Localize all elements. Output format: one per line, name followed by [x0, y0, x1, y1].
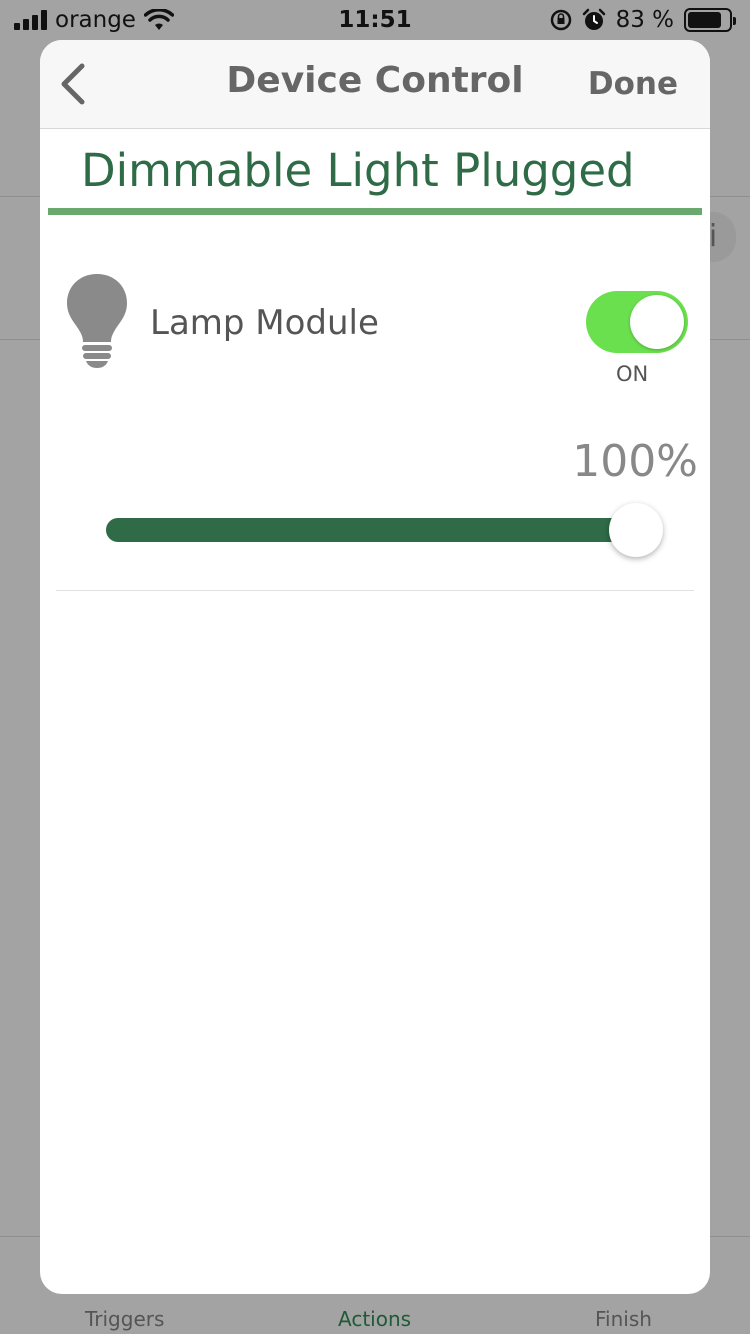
slider-fill [106, 518, 636, 542]
battery-level [688, 12, 722, 28]
battery-icon [684, 8, 736, 32]
modal-header: Device Control Done [40, 40, 710, 129]
dimmer-slider[interactable] [106, 503, 663, 557]
power-toggle[interactable] [586, 291, 688, 353]
toggle-state-label: ON [616, 362, 649, 386]
alarm-icon [582, 8, 605, 30]
slider-thumb[interactable] [609, 503, 663, 557]
tab-finish[interactable]: Finish [595, 1307, 652, 1331]
device-label: Lamp Module [150, 303, 379, 343]
tab-triggers[interactable]: Triggers [85, 1307, 164, 1331]
device-name-heading: Dimmable Light Plugged [81, 144, 635, 197]
orientation-lock-icon [550, 9, 571, 31]
battery-percent: 83 % [615, 7, 674, 33]
status-bar: orange 11:51 83 % [0, 0, 750, 40]
dimmer-value: 100% [572, 436, 698, 487]
section-divider [56, 590, 694, 591]
tab-actions[interactable]: Actions [338, 1307, 411, 1331]
toggle-knob [630, 295, 684, 349]
lightbulb-icon [67, 274, 127, 368]
done-button[interactable]: Done [588, 66, 678, 102]
device-control-modal: Device Control Done Dimmable Light Plugg… [40, 40, 710, 1294]
heading-underline [48, 208, 702, 215]
